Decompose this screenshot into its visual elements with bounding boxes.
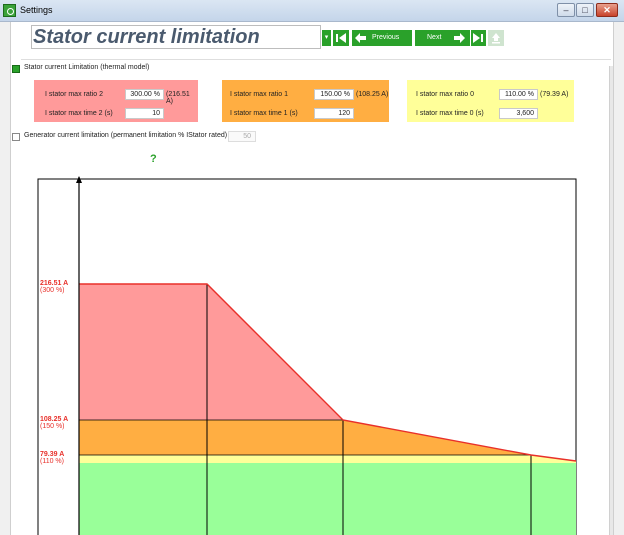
- level-percent-label: (150 %): [40, 423, 65, 430]
- level-percent-label: (110 %): [40, 458, 64, 465]
- yellow-region: [79, 455, 576, 463]
- settings-app-icon: [3, 4, 16, 17]
- level-amps-label: 108.25 A: [40, 416, 68, 423]
- level-amps-label: 79.39 A: [40, 451, 64, 458]
- window-titlebar: Settings – □ ✕: [0, 0, 624, 22]
- vertical-scrollbar[interactable]: [609, 66, 613, 535]
- maximize-button[interactable]: □: [576, 3, 594, 17]
- minimize-button[interactable]: –: [557, 3, 575, 17]
- level-amps-label: 216.51 A: [40, 280, 68, 287]
- settings-panel: Stator current limitation ▾ Previous Nex…: [10, 22, 614, 535]
- level-percent-label: (300 %): [40, 287, 65, 294]
- window-title: Settings: [20, 5, 53, 15]
- green-region: [79, 463, 576, 535]
- close-button[interactable]: ✕: [596, 3, 618, 17]
- current-limit-chart: 216.51 A(300 %) 108.25 A(150 %) 79.39 A(11…: [37, 176, 577, 535]
